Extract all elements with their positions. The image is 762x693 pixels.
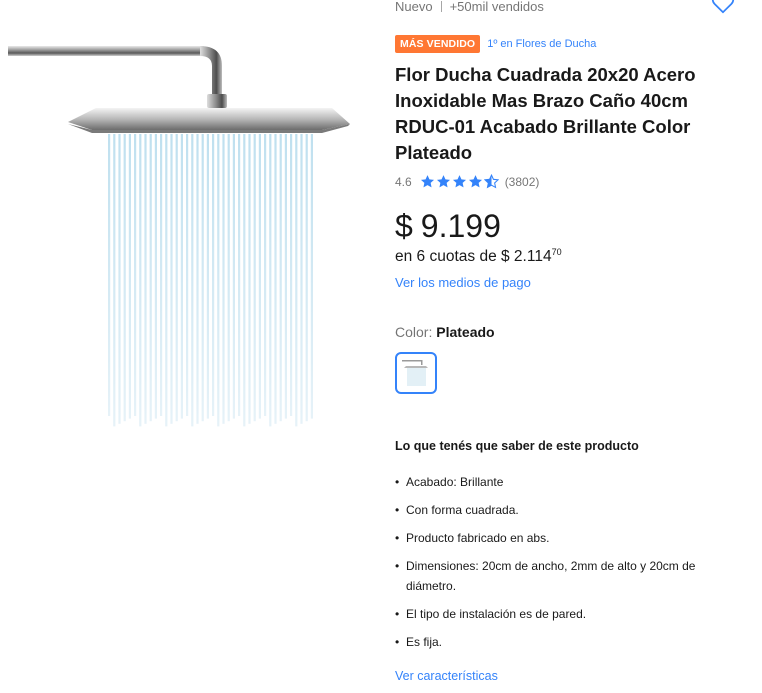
water-stream xyxy=(248,134,251,424)
star-icon xyxy=(452,175,466,188)
water-stream xyxy=(180,134,183,419)
water-stream xyxy=(123,134,126,422)
water-stream xyxy=(295,134,298,427)
water-stream xyxy=(264,134,267,416)
water-stream xyxy=(284,134,287,419)
water-stream xyxy=(191,134,194,427)
installments-cents: 70 xyxy=(551,247,562,257)
water-stream xyxy=(206,134,209,419)
list-item: Producto fabricado en abs. xyxy=(395,528,740,548)
water-stream xyxy=(165,134,168,427)
water-stream xyxy=(222,134,225,424)
water-stream xyxy=(300,134,303,424)
water-stream xyxy=(227,134,230,422)
color-swatch-plateado[interactable] xyxy=(395,352,437,394)
product-image[interactable] xyxy=(0,0,380,693)
water-stream xyxy=(274,134,277,424)
water-stream xyxy=(134,134,137,416)
water-stream xyxy=(186,134,189,416)
water-stream xyxy=(243,134,246,427)
review-count: (3802) xyxy=(504,174,540,189)
favorite-button[interactable] xyxy=(710,0,736,16)
water-stream xyxy=(310,134,313,419)
water-stream xyxy=(232,134,235,419)
water-stream xyxy=(175,134,178,422)
badge-row: MÁS VENDIDO 1º en Flores de Ducha xyxy=(395,35,596,53)
water-stream xyxy=(305,134,308,422)
star-half-icon xyxy=(483,174,499,189)
water-stream xyxy=(128,134,131,419)
star-icon xyxy=(436,175,450,188)
category-ranking-link[interactable]: 1º en Flores de Ducha xyxy=(487,38,596,50)
star-icon xyxy=(420,175,434,188)
water-stream xyxy=(238,134,241,416)
currency-symbol: $ xyxy=(395,208,413,244)
swatch-thumbnail xyxy=(402,360,428,386)
water-stream xyxy=(269,134,272,427)
features-title: Lo que tenés que saber de este producto xyxy=(395,439,639,453)
water-stream xyxy=(258,134,261,419)
condition-text: Nuevo xyxy=(395,0,433,14)
product-meta: Nuevo +50mil vendidos xyxy=(395,0,544,14)
list-item: Acabado: Brillante xyxy=(395,472,740,492)
color-label-text: Color: xyxy=(395,324,433,340)
selected-color: Plateado xyxy=(436,324,495,340)
best-seller-badge: MÁS VENDIDO xyxy=(395,35,481,53)
water-stream xyxy=(154,134,157,419)
sold-count: +50mil vendidos xyxy=(449,0,544,14)
water-stream xyxy=(108,134,111,416)
list-item: Dimensiones: 20cm de ancho, 2mm de alto … xyxy=(395,556,740,596)
payment-methods-link[interactable]: Ver los medios de pago xyxy=(395,275,531,290)
star-icon xyxy=(468,175,482,188)
features-list: Acabado: Brillante Con forma cuadrada. P… xyxy=(395,472,740,660)
installments-text: en 6 cuotas de $ 2.114 xyxy=(395,248,552,265)
shower-head-image xyxy=(8,46,350,427)
water-stream xyxy=(144,134,147,424)
water-stream xyxy=(113,134,116,427)
installments: en 6 cuotas de $ 2.11470 xyxy=(395,247,562,266)
heart-outline-icon xyxy=(711,0,735,14)
water-stream xyxy=(217,134,220,427)
water-stream xyxy=(139,134,142,427)
water-stream xyxy=(196,134,199,424)
product-title: Flor Ducha Cuadrada 20x20 Acero Inoxidab… xyxy=(395,64,696,163)
list-item: Es fija. xyxy=(395,632,740,652)
list-item: Con forma cuadrada. xyxy=(395,500,740,520)
rating-stars xyxy=(420,174,499,189)
color-selector-label: Color: Plateado xyxy=(395,324,495,340)
water-stream xyxy=(170,134,173,424)
water-stream xyxy=(160,134,163,416)
water-stream xyxy=(253,134,256,422)
price: $ 9.199 xyxy=(395,208,501,245)
water-stream xyxy=(149,134,152,422)
water-stream xyxy=(279,134,282,422)
rating-value: 4.6 xyxy=(395,174,412,189)
water-stream xyxy=(201,134,204,422)
list-item: El tipo de instalación es de pared. xyxy=(395,604,740,624)
divider xyxy=(440,1,442,12)
view-specs-link[interactable]: Ver características xyxy=(395,669,498,683)
price-amount: 9.199 xyxy=(420,208,501,244)
water-stream xyxy=(290,134,293,416)
rating-summary[interactable]: 4.6 (3802) xyxy=(395,174,539,189)
water-stream xyxy=(118,134,121,424)
water-stream xyxy=(212,134,215,416)
